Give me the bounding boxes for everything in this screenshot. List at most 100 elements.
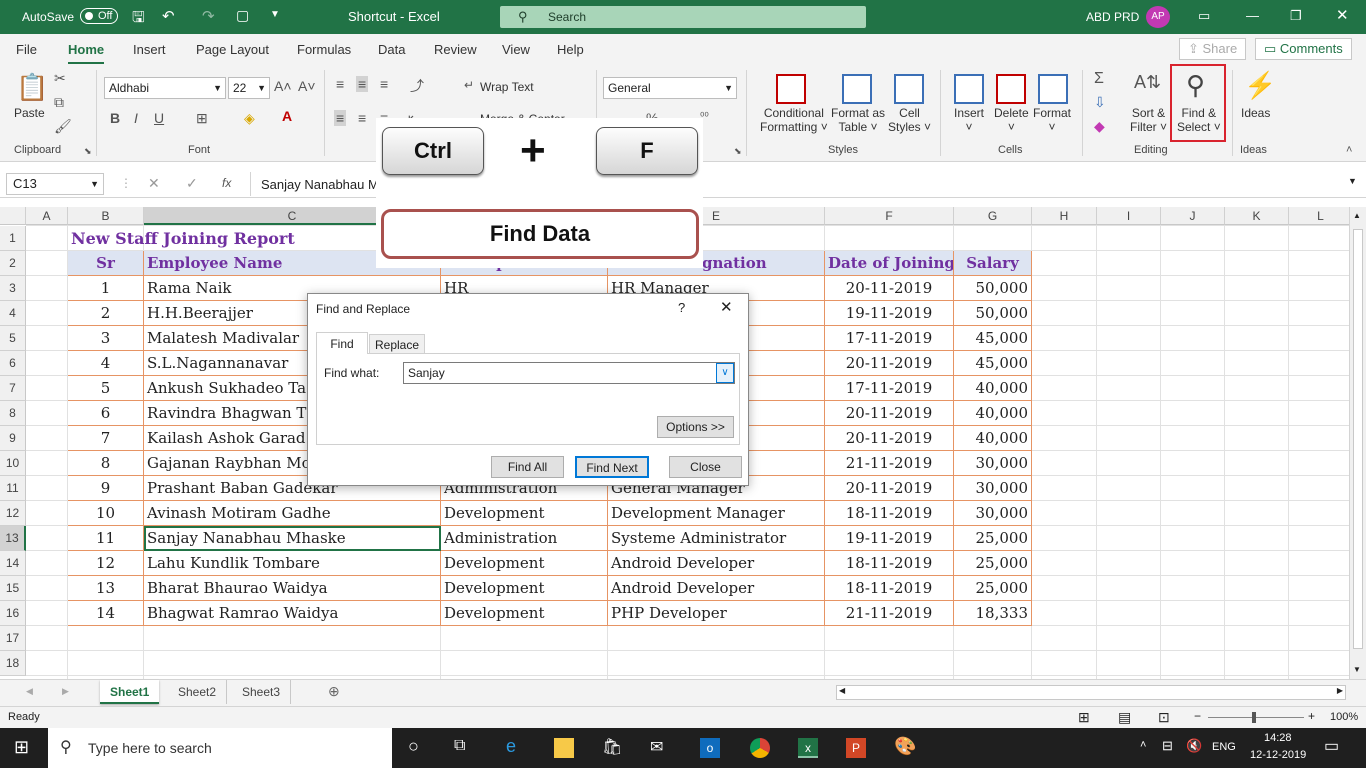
- fill-color-icon[interactable]: ◈: [244, 110, 255, 127]
- sort-filter-button[interactable]: Sort &Filter ˅: [1130, 106, 1167, 134]
- table-cell[interactable]: 50,000: [954, 276, 1032, 301]
- scroll-thumb[interactable]: [1353, 229, 1363, 649]
- table-cell[interactable]: 40,000: [954, 426, 1032, 451]
- horizontal-scrollbar[interactable]: ◀ ▶: [836, 685, 1346, 700]
- outlook-icon[interactable]: o: [700, 738, 720, 758]
- close-window-icon[interactable]: ✕: [1336, 6, 1349, 24]
- row-header-11[interactable]: 11: [0, 476, 26, 501]
- sheet-tab-sheet2[interactable]: Sheet2: [168, 680, 227, 704]
- borders-icon[interactable]: ⊞: [196, 110, 208, 127]
- column-header-l[interactable]: L: [1289, 207, 1353, 225]
- sort-filter-icon[interactable]: A⇅: [1134, 72, 1161, 93]
- ideas-icon[interactable]: ⚡: [1244, 70, 1276, 101]
- new-sheet-icon[interactable]: ⊕: [328, 683, 340, 700]
- table-cell[interactable]: 40,000: [954, 376, 1032, 401]
- table-header[interactable]: Date of Joining: [825, 251, 954, 276]
- mail-icon[interactable]: ✉: [650, 737, 663, 757]
- table-cell[interactable]: 18-11-2019: [825, 576, 954, 601]
- table-cell[interactable]: 40,000: [954, 401, 1032, 426]
- table-cell[interactable]: 17-11-2019: [825, 326, 954, 351]
- tab-find[interactable]: Find: [316, 332, 368, 354]
- copy-icon[interactable]: ⧉: [54, 94, 64, 111]
- table-cell[interactable]: 45,000: [954, 351, 1032, 376]
- table-cell[interactable]: 25,000: [954, 576, 1032, 601]
- paint-icon[interactable]: 🎨: [894, 736, 916, 757]
- active-cell[interactable]: Sanjay Nanabhau Mhaske: [144, 526, 441, 551]
- table-cell[interactable]: 18-11-2019: [825, 501, 954, 526]
- powerpoint-icon[interactable]: P: [846, 738, 866, 758]
- table-header[interactable]: Sr: [68, 251, 144, 276]
- find-all-button[interactable]: Find All: [491, 456, 564, 478]
- column-header-h[interactable]: H: [1032, 207, 1097, 225]
- align-top-icon[interactable]: ≡: [336, 76, 344, 92]
- task-view-icon[interactable]: ⧉: [454, 737, 465, 755]
- vertical-scrollbar[interactable]: ▲ ▼: [1349, 207, 1366, 679]
- align-center-icon[interactable]: ≡: [358, 110, 366, 126]
- page-layout-view-icon[interactable]: ▤: [1118, 709, 1131, 726]
- insert-cells-button[interactable]: Insert˅: [954, 106, 984, 134]
- table-cell[interactable]: Bharat Bhaurao Waidya: [144, 576, 441, 601]
- cortana-icon[interactable]: ○: [408, 736, 419, 757]
- tab-replace[interactable]: Replace: [369, 334, 425, 354]
- chevron-down-icon[interactable]: ∨: [716, 363, 734, 383]
- row-header-10[interactable]: 10: [0, 451, 26, 476]
- show-hidden-icons[interactable]: ˄: [1140, 739, 1146, 751]
- insert-function-icon[interactable]: fx: [222, 176, 231, 190]
- zoom-in-icon[interactable]: +: [1308, 709, 1315, 723]
- restore-icon[interactable]: ❐: [1290, 8, 1302, 24]
- tab-help[interactable]: Help: [557, 42, 584, 57]
- help-icon[interactable]: ?: [678, 300, 685, 315]
- row-header-15[interactable]: 15: [0, 576, 26, 601]
- tab-review[interactable]: Review: [434, 42, 477, 57]
- underline-button[interactable]: U: [154, 110, 164, 126]
- find-next-button[interactable]: Find Next: [575, 456, 649, 478]
- table-cell[interactable]: 20-11-2019: [825, 426, 954, 451]
- zoom-slider[interactable]: [1208, 717, 1304, 718]
- table-cell[interactable]: Android Developer: [608, 576, 825, 601]
- taskbar-search[interactable]: ⚲ Type here to search: [48, 728, 392, 768]
- dialog-close-icon[interactable]: ✕: [720, 298, 733, 316]
- column-header-g[interactable]: G: [954, 207, 1032, 225]
- scroll-right-icon[interactable]: ▶: [1337, 686, 1343, 695]
- delete-cells-button[interactable]: Delete˅: [994, 106, 1029, 134]
- table-cell[interactable]: 14: [68, 601, 144, 626]
- customize-qat-icon[interactable]: ▼: [270, 9, 280, 20]
- save-icon[interactable]: 🖫: [132, 7, 145, 32]
- conditional-formatting-button[interactable]: ConditionalFormatting ˅: [760, 106, 828, 134]
- volume-icon[interactable]: 🔇: [1186, 738, 1202, 754]
- form-icon[interactable]: ▢: [236, 7, 249, 24]
- row-header-17[interactable]: 17: [0, 626, 26, 651]
- collapse-ribbon-icon[interactable]: ˄: [1346, 144, 1352, 156]
- tab-page-layout[interactable]: Page Layout: [196, 42, 269, 57]
- row-header-4[interactable]: 4: [0, 301, 26, 326]
- table-cell[interactable]: 19-11-2019: [825, 301, 954, 326]
- page-break-view-icon[interactable]: ⊡: [1158, 709, 1170, 726]
- ribbon-display-icon[interactable]: ▭: [1198, 8, 1210, 24]
- paste-button[interactable]: Paste: [14, 106, 45, 120]
- find-select-button[interactable]: ⚲ Find &Select ˅: [1170, 64, 1226, 142]
- tab-data[interactable]: Data: [378, 42, 405, 57]
- table-cell[interactable]: 5: [68, 376, 144, 401]
- clock-date[interactable]: 12-12-2019: [1250, 749, 1306, 761]
- table-cell[interactable]: 20-11-2019: [825, 276, 954, 301]
- notifications-icon[interactable]: ▭: [1324, 736, 1339, 756]
- minimize-icon[interactable]: —: [1246, 8, 1259, 23]
- clipboard-launcher-icon[interactable]: ⬊: [84, 146, 92, 157]
- network-icon[interactable]: ⊟: [1162, 738, 1173, 754]
- align-left-icon[interactable]: ≡: [334, 110, 346, 126]
- undo-icon[interactable]: ↶: [162, 7, 175, 25]
- autosave-toggle[interactable]: Off: [80, 8, 118, 24]
- scroll-down-icon[interactable]: ▼: [1353, 665, 1361, 674]
- column-header-a[interactable]: A: [26, 207, 68, 225]
- row-header-6[interactable]: 6: [0, 351, 26, 376]
- conditional-formatting-icon[interactable]: [776, 74, 806, 104]
- language-indicator[interactable]: ENG: [1212, 741, 1236, 753]
- expand-formula-icon[interactable]: ▼: [1348, 176, 1357, 186]
- align-middle-icon[interactable]: ≡: [356, 76, 368, 92]
- clock-time[interactable]: 14:28: [1264, 732, 1292, 744]
- row-header-1[interactable]: 1: [0, 226, 26, 251]
- store-icon[interactable]: 🛍: [602, 737, 622, 757]
- cut-icon[interactable]: ✂: [54, 70, 66, 87]
- table-cell[interactable]: 50,000: [954, 301, 1032, 326]
- wrap-text-icon[interactable]: ↵: [464, 78, 474, 92]
